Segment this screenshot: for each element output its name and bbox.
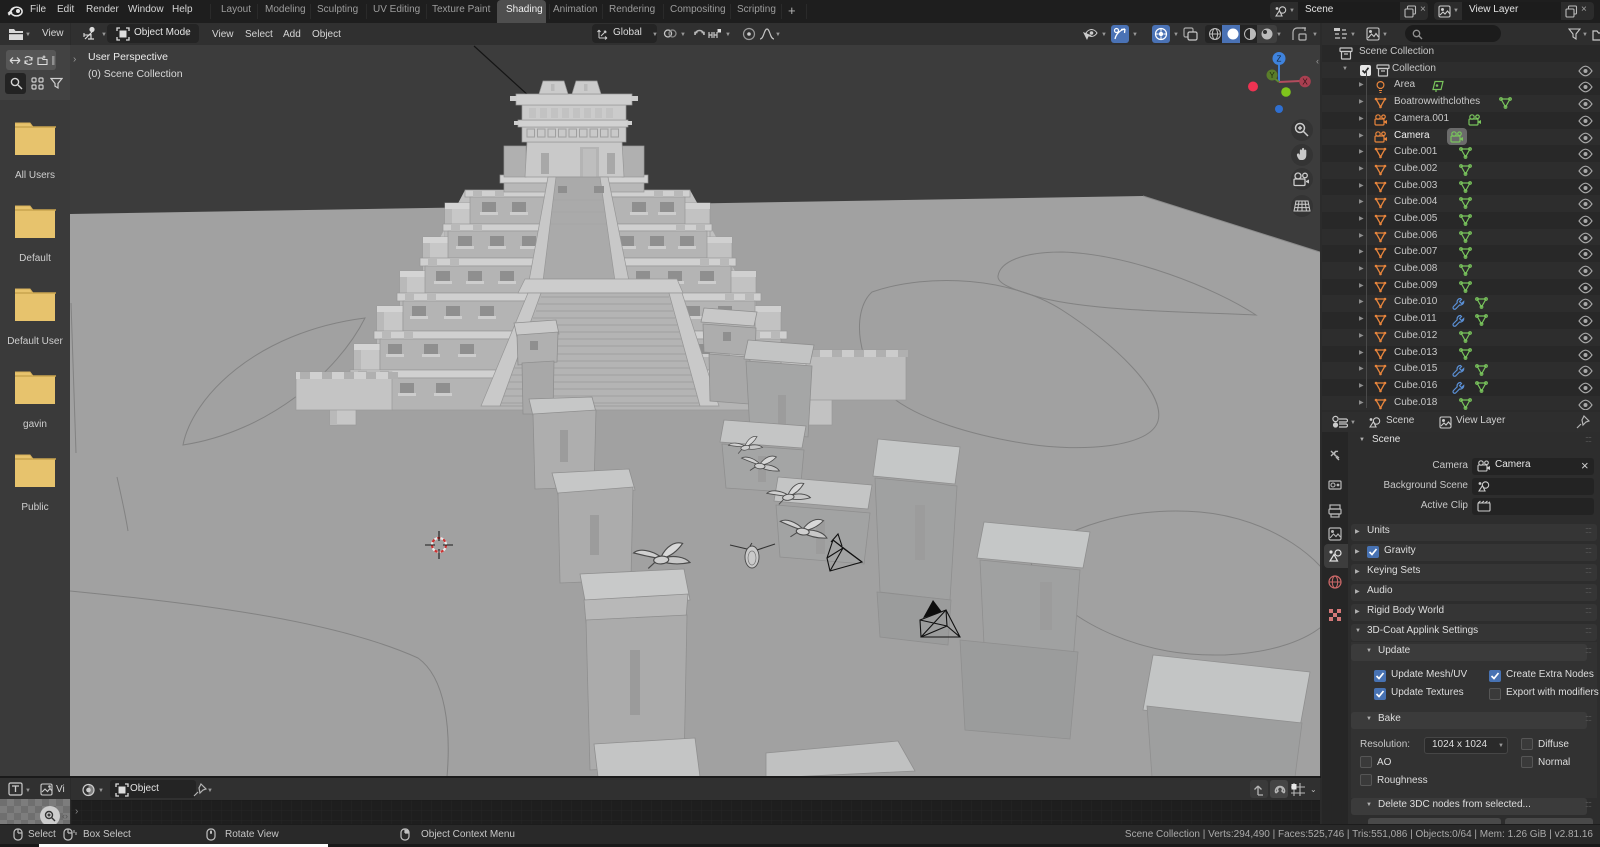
svg-text:›: › — [73, 54, 76, 65]
svg-text:Z: Z — [1277, 55, 1282, 64]
svg-text:User Perspective: User Perspective — [88, 51, 168, 63]
svg-text:X: X — [1302, 78, 1308, 87]
svg-text:(0) Scene Collection: (0) Scene Collection — [88, 68, 183, 80]
svg-text:‹: ‹ — [1316, 56, 1319, 66]
svg-text:Y: Y — [1269, 71, 1275, 80]
